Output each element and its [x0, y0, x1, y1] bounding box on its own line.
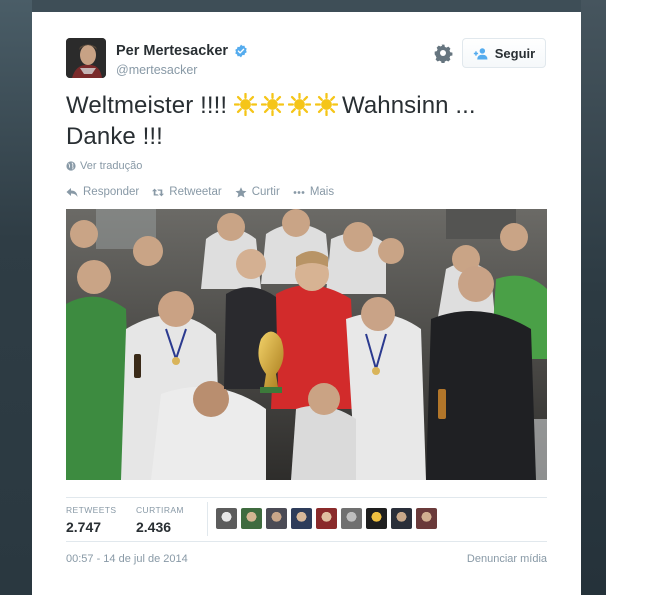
more-dots-icon — [293, 190, 305, 194]
favoriter-avatar[interactable] — [366, 508, 387, 529]
sun-emoji — [287, 93, 311, 116]
tweet-text-part2: Wahnsinn ... — [341, 92, 476, 119]
favorites-count: 2.436 — [136, 519, 172, 535]
sun-emoji — [314, 93, 338, 116]
reply-button[interactable]: Responder — [66, 186, 139, 198]
stats-divider-top — [66, 497, 547, 498]
verified-badge-icon — [235, 44, 247, 58]
favoriter-avatar[interactable] — [416, 508, 437, 529]
page-background-right — [581, 0, 606, 595]
favoriter-avatar[interactable] — [341, 508, 362, 529]
more-button[interactable]: Mais — [293, 186, 334, 198]
reply-icon — [66, 187, 78, 197]
sun-emoji-group — [233, 92, 342, 119]
retweets-label: RETWEETS — [66, 505, 117, 515]
favorite-label: Curtir — [251, 186, 280, 198]
more-label: Mais — [309, 186, 335, 198]
favorite-button[interactable]: Curtir — [235, 186, 280, 198]
tweet-actions: Responder Retweetar Curtir Mais — [66, 186, 347, 198]
follow-button[interactable]: Seguir — [462, 38, 546, 68]
favoriter-avatar[interactable] — [266, 508, 287, 529]
favoriter-avatar[interactable] — [391, 508, 412, 529]
tweet-card: Per Mertesacker @mertesacker Seguir Welt… — [32, 12, 581, 595]
star-icon — [235, 186, 247, 197]
tweet-photo[interactable] — [66, 209, 547, 480]
reply-label: Responder — [83, 186, 140, 198]
favoriter-avatar[interactable] — [316, 508, 337, 529]
favoriter-avatar[interactable] — [291, 508, 312, 529]
author-handle[interactable]: @mertesacker — [116, 63, 197, 77]
tweet-text-part1: Weltmeister !!!! — [66, 92, 228, 119]
page-margin-right — [606, 0, 660, 595]
favorites-stat[interactable]: CURTIRAM 2.436 — [136, 505, 184, 535]
translate-link[interactable]: Ver tradução — [66, 160, 142, 172]
gear-icon[interactable] — [433, 43, 453, 63]
author-name[interactable]: Per Mertesacker — [116, 43, 228, 59]
sun-emoji — [260, 93, 284, 116]
favoriter-avatar[interactable] — [216, 508, 237, 529]
tweet-timestamp[interactable]: 00:57 - 14 de jul de 2014 — [66, 553, 188, 565]
favorites-label: CURTIRAM — [136, 505, 184, 515]
translate-label: Ver tradução — [80, 160, 143, 172]
favoriter-avatars — [216, 508, 437, 529]
retweets-stat[interactable]: RETWEETS 2.747 — [66, 505, 116, 535]
retweet-icon — [152, 188, 165, 196]
favoriter-avatar[interactable] — [241, 508, 262, 529]
stats-separator — [207, 502, 208, 536]
tweet-text-part3: Danke !!! — [66, 123, 163, 150]
retweet-label: Retweetar — [169, 186, 222, 198]
retweet-button[interactable]: Retweetar — [152, 186, 222, 198]
page-background-left — [0, 0, 32, 595]
follow-button-label: Seguir — [494, 45, 536, 61]
author-avatar[interactable] — [66, 38, 106, 78]
sun-emoji — [233, 93, 257, 116]
retweets-count: 2.747 — [66, 519, 102, 535]
page-background-top — [32, 0, 581, 12]
report-media-link[interactable]: Denunciar mídia — [467, 553, 547, 565]
globe-icon — [66, 161, 76, 171]
stats-divider-bottom — [66, 541, 547, 542]
add-user-icon — [473, 47, 488, 59]
tweet-text: Weltmeister !!!! Wahnsinn ... Danke !!! — [66, 90, 536, 152]
